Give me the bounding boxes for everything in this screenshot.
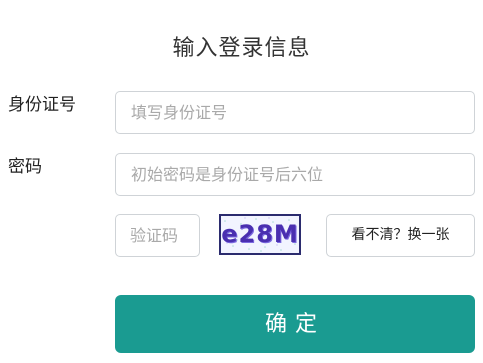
password-input[interactable] xyxy=(115,153,475,196)
captcha-image[interactable]: e28M xyxy=(219,214,301,255)
captcha-input[interactable] xyxy=(115,214,200,257)
submit-button[interactable]: 确定 xyxy=(115,295,475,353)
id-number-input[interactable] xyxy=(115,91,475,134)
password-label: 密码 xyxy=(8,157,42,177)
captcha-text: e28M xyxy=(221,220,299,248)
form-title: 输入登录信息 xyxy=(172,36,311,61)
id-number-label: 身份证号 xyxy=(8,95,76,115)
refresh-captcha-button[interactable]: 看不清？换一张 xyxy=(326,214,475,257)
login-form: 输入登录信息 身份证号 密码 e28M 看不清？换一张 确定 xyxy=(0,0,483,363)
